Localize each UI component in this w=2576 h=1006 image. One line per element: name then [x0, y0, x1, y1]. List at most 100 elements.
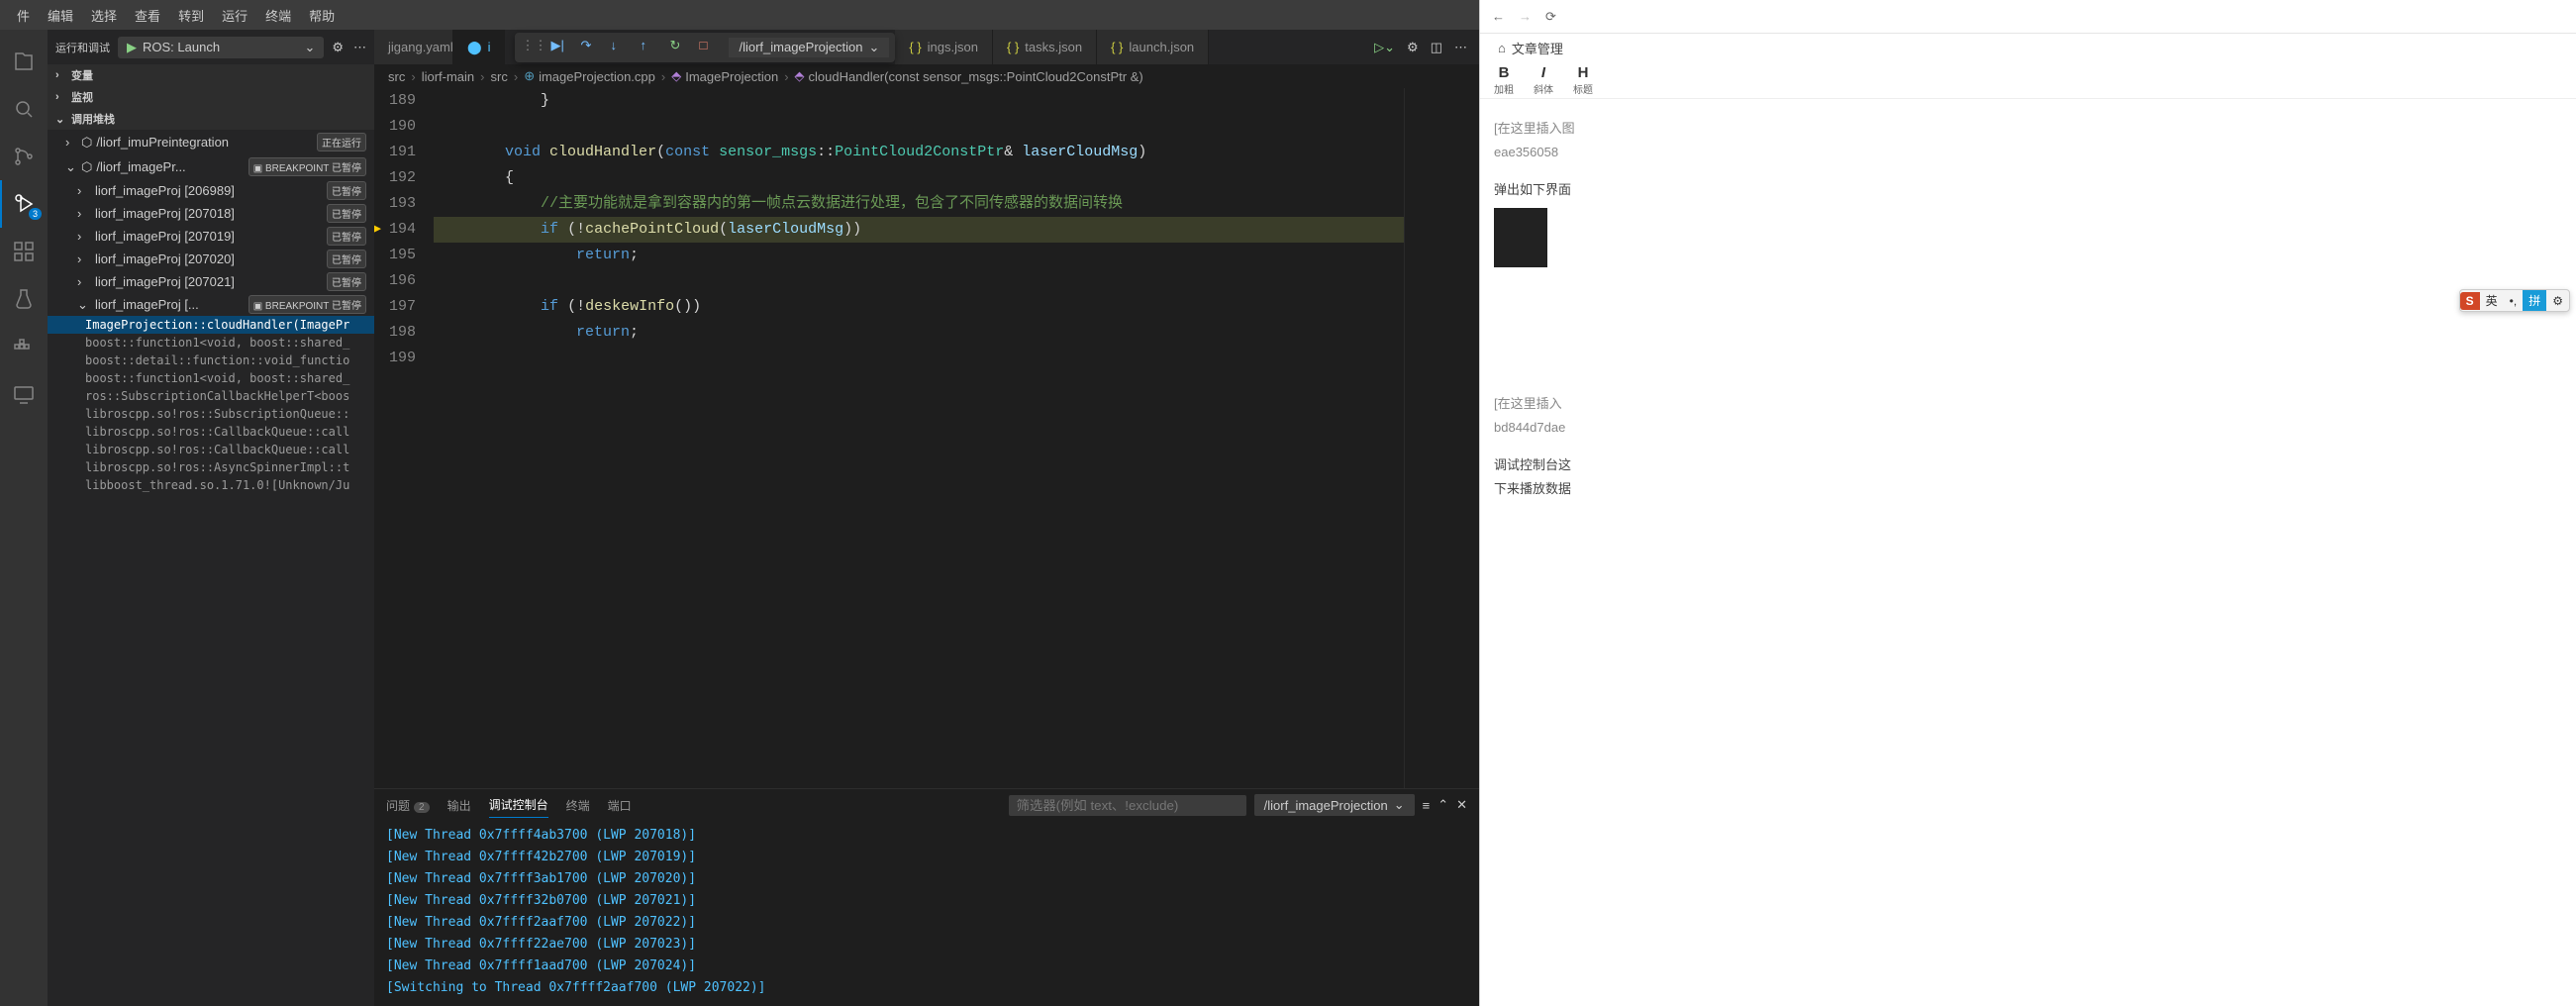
menu-view[interactable]: 查看	[126, 6, 169, 25]
stack-frame[interactable]: libroscpp.so!ros::CallbackQueue::call	[85, 441, 374, 458]
sidebar-title: 运行和调试	[55, 40, 110, 55]
thread-row[interactable]: ›liorf_imageProj [207020]已暂停	[48, 248, 374, 270]
back-icon[interactable]: ←	[1492, 9, 1505, 24]
menu-run[interactable]: 运行	[213, 6, 256, 25]
thread-row[interactable]: ›liorf_imageProj [206989]已暂停	[48, 179, 374, 202]
ime-lang[interactable]: 英	[2480, 290, 2504, 311]
editor-content[interactable]: [在这里插入图 eae356058 弹出如下界面 [在这里插入 bd844d7d…	[1480, 99, 2576, 501]
forward-icon[interactable]: →	[1519, 9, 1532, 24]
stack-frames: ImageProjection::cloudHandler(ImagePr bo…	[48, 316, 374, 494]
thread-row[interactable]: ›liorf_imageProj [207019]已暂停	[48, 225, 374, 248]
remote-icon[interactable]	[0, 370, 48, 418]
restart-icon[interactable]: ↻	[669, 38, 689, 57]
ime-logo-icon: S	[2460, 292, 2480, 310]
section-callstack[interactable]: ⌄调用堆栈	[48, 108, 374, 130]
play-icon: ▶	[127, 40, 137, 55]
article-editor: ← → ⟳ ⌂ 文章管理 B加粗 I斜体 H标题 [在这里插入图 eae3560…	[1479, 0, 2576, 1006]
tab-launch[interactable]: { } launch.json	[1097, 30, 1209, 64]
debug-icon[interactable]: 3	[0, 180, 48, 228]
gear-icon[interactable]: ⚙	[1407, 40, 1419, 55]
panel-tab-terminal[interactable]: 终端	[566, 793, 590, 818]
thread-row[interactable]: ⌄liorf_imageProj [...▣ BREAKPOINT 已暂停	[48, 293, 374, 316]
run-debug-icon[interactable]: ▷⌄	[1374, 40, 1395, 55]
scm-icon[interactable]	[0, 133, 48, 180]
menu-go[interactable]: 转到	[169, 6, 213, 25]
sidebar-debug: 运行和调试 ▶ ROS: Launch ⌄ ⚙ ⋯ ›变量 ›监视 ⌄调用堆栈 …	[48, 30, 374, 1006]
chevron-down-icon: ⌄	[1394, 797, 1405, 813]
menu-edit[interactable]: 编辑	[39, 6, 82, 25]
stack-frame[interactable]: ros::SubscriptionCallbackHelperT<boos	[85, 387, 374, 405]
menu-help[interactable]: 帮助	[300, 6, 344, 25]
refresh-icon[interactable]: ⟳	[1545, 9, 1556, 25]
filter-input[interactable]	[1009, 795, 1246, 816]
debug-badge: 3	[29, 208, 42, 220]
stack-frame[interactable]: libboost_thread.so.1.71.0![Unknown/Ju	[85, 476, 374, 494]
stack-frame[interactable]: libroscpp.so!ros::AsyncSpinnerImpl::t	[85, 458, 374, 476]
split-icon[interactable]: ◫	[1431, 40, 1442, 55]
search-icon[interactable]	[0, 85, 48, 133]
menu-file[interactable]: 件	[8, 6, 39, 25]
ime-settings-icon[interactable]: ⚙	[2546, 292, 2569, 310]
chevron-down-icon: ⌄	[868, 40, 879, 55]
editor-tabs: jigang.yaml ⬤ i ⋮⋮ ▶| ↷ ↓ ↑ ↻ □ /liorf_i…	[374, 30, 1479, 64]
test-icon[interactable]	[0, 275, 48, 323]
tab-yaml[interactable]: jigang.yaml	[374, 30, 453, 64]
clear-icon[interactable]: ≡	[1423, 798, 1431, 813]
tab-settings[interactable]: { } ings.json	[895, 30, 993, 64]
panel-tab-debug[interactable]: 调试控制台	[489, 792, 548, 818]
minimap[interactable]	[1404, 88, 1479, 788]
section-watch[interactable]: ›监视	[48, 86, 374, 108]
debug-console[interactable]: [New Thread 0x7ffff4ab3700 (LWP 207018)]…	[374, 821, 1479, 1006]
stack-frame[interactable]: boost::detail::function::void_functio	[85, 352, 374, 369]
breadcrumb[interactable]: src› liorf-main› src› ⊕ imageProjection.…	[374, 64, 1479, 88]
gear-icon[interactable]: ⚙	[332, 40, 344, 55]
section-variables[interactable]: ›变量	[48, 64, 374, 86]
ime-mode[interactable]: 拼	[2523, 290, 2546, 311]
panel-tab-ports[interactable]: 端口	[608, 793, 632, 818]
stack-frame[interactable]: ImageProjection::cloudHandler(ImagePr	[48, 316, 374, 334]
status-badge: 正在运行	[317, 133, 366, 151]
ime-toolbar[interactable]: S 英 •, 拼 ⚙	[2459, 289, 2570, 312]
more-icon[interactable]: ⋯	[353, 40, 366, 55]
menu-terminal[interactable]: 终端	[256, 6, 300, 25]
bottom-panel: 问题2 输出 调试控制台 终端 端口 /liorf_imageProjectio…	[374, 788, 1479, 1006]
process-row[interactable]: ⌄⬡ /liorf_imagePr... ▣ BREAKPOINT 已暂停	[48, 154, 374, 179]
ime-punct-icon[interactable]: •,	[2504, 292, 2524, 310]
stack-frame[interactable]: boost::function1<void, boost::shared_	[85, 334, 374, 352]
activity-bar: 3	[0, 30, 48, 1006]
step-out-icon[interactable]: ↑	[640, 38, 659, 57]
docker-icon[interactable]	[0, 323, 48, 370]
stack-frame[interactable]: libroscpp.so!ros::SubscriptionQueue::	[85, 405, 374, 423]
continue-icon[interactable]: ▶|	[550, 38, 570, 57]
heading-button[interactable]: H标题	[1569, 64, 1597, 96]
step-over-icon[interactable]: ↷	[580, 38, 600, 57]
tab-tasks[interactable]: { } tasks.json	[993, 30, 1097, 64]
close-icon[interactable]: ✕	[1456, 797, 1467, 813]
debug-config-select[interactable]: ▶ ROS: Launch ⌄	[118, 37, 324, 58]
step-into-icon[interactable]: ↓	[610, 38, 630, 57]
menu-selection[interactable]: 选择	[82, 6, 126, 25]
stack-frame[interactable]: boost::function1<void, boost::shared_	[85, 369, 374, 387]
thread-row[interactable]: ›liorf_imageProj [207018]已暂停	[48, 202, 374, 225]
debug-session-select[interactable]: /liorf_imageProjection ⌄	[1254, 794, 1415, 816]
thread-row[interactable]: ›liorf_imageProj [207021]已暂停	[48, 270, 374, 293]
explorer-icon[interactable]	[0, 38, 48, 85]
stop-icon[interactable]: □	[699, 38, 719, 57]
bold-button[interactable]: B加粗	[1490, 64, 1518, 96]
home-icon[interactable]: ⌂	[1498, 41, 1506, 55]
debug-target-select[interactable]: /liorf_imageProjection⌄	[729, 38, 889, 57]
italic-button[interactable]: I斜体	[1530, 64, 1557, 96]
panel-tab-problems[interactable]: 问题2	[386, 793, 430, 818]
menubar: 件 编辑 选择 查看 转到 运行 终端 帮助	[0, 0, 1479, 30]
tab-cpp[interactable]: ⬤ i	[453, 30, 505, 64]
drag-handle-icon[interactable]: ⋮⋮	[521, 38, 541, 57]
process-row[interactable]: ›⬡ /liorf_imuPreintegration 正在运行	[48, 130, 374, 154]
extensions-icon[interactable]	[0, 228, 48, 275]
debug-toolbar: ⋮⋮ ▶| ↷ ↓ ↑ ↻ □ /liorf_imageProjection⌄	[515, 33, 895, 62]
chevron-up-icon[interactable]: ⌃	[1437, 797, 1448, 813]
code-editor[interactable]: 189190191192193▶194195196197198199 } voi…	[374, 88, 1479, 788]
panel-tab-output[interactable]: 输出	[447, 793, 471, 818]
stack-frame[interactable]: libroscpp.so!ros::CallbackQueue::call	[85, 423, 374, 441]
more-icon[interactable]: ⋯	[1454, 40, 1467, 55]
breadcrumb-item[interactable]: 文章管理	[1512, 39, 1563, 57]
